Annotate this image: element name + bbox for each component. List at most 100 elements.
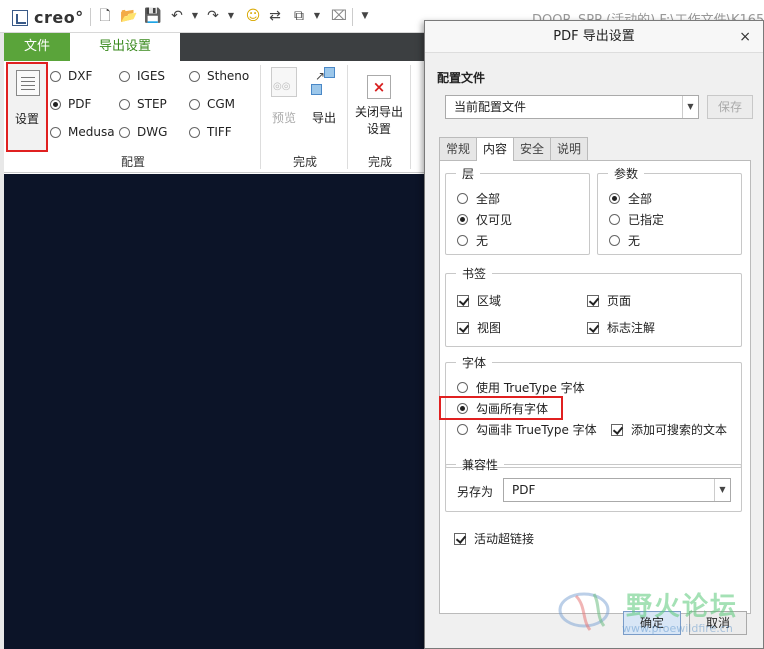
format-label: DWG (137, 125, 168, 139)
close-export-settings-button[interactable]: × 关闭导出 设置 (350, 73, 408, 137)
format-radio-iges[interactable]: IGES (119, 69, 165, 83)
radio-icon (50, 126, 61, 138)
format-radio-dwg[interactable]: DWG (119, 125, 167, 139)
group-label-finish-2: 完成 (368, 155, 393, 169)
dialog-tabs: 常规 内容 安全 说明 (439, 137, 589, 161)
radio-icon (457, 382, 468, 393)
app-logo-text: creo° (34, 8, 84, 27)
export-icon: ↗ (311, 67, 337, 97)
tab-export-settings[interactable]: 导出设置 (70, 33, 180, 61)
active-hyperlinks-checkbox[interactable]: 活动超链接 (454, 530, 534, 547)
save-as-label: 另存为 (457, 485, 494, 499)
export-arrow-icon: ↗ (315, 69, 326, 83)
close-icon[interactable]: × (739, 21, 751, 53)
option-label: 勾画非 TrueType 字体 (476, 423, 597, 437)
layers-all-radio[interactable]: 全部 (457, 190, 500, 207)
regenerate-icon[interactable]: ⇄ (266, 7, 284, 25)
group-label-finish: 完成 (293, 155, 318, 169)
option-label: 无 (476, 234, 489, 248)
format-radio-pdf[interactable]: PDF (50, 97, 91, 111)
format-label: Stheno (207, 69, 250, 83)
option-label: 活动超链接 (474, 532, 535, 546)
tab-file[interactable]: 文件 (4, 33, 70, 61)
customize-toolbar-icon[interactable]: ▼ (356, 7, 374, 25)
radio-icon (457, 424, 468, 435)
windows-icon[interactable]: ⧉ (290, 7, 308, 25)
format-radio-step[interactable]: STEP (119, 97, 167, 111)
radio-icon (189, 126, 200, 138)
pdf-export-dialog: PDF 导出设置 × 配置文件 当前配置文件 ▼ 保存 常规 内容 安全 说明 … (424, 20, 764, 649)
tab-security[interactable]: 安全 (513, 137, 552, 160)
option-label: 添加可搜索的文本 (631, 423, 728, 437)
option-label: 全部 (476, 192, 501, 206)
fonts-legend: 字体 (462, 356, 487, 370)
export-button[interactable]: ↗ 导出 (306, 67, 342, 126)
export-icon-part (311, 84, 322, 95)
params-all-radio[interactable]: 全部 (609, 190, 652, 207)
open-icon[interactable]: 📂 (120, 7, 138, 25)
config-file-heading: 配置文件 (437, 71, 486, 85)
checkbox-icon (587, 321, 599, 334)
parameters-legend: 参数 (614, 167, 639, 181)
tab-general[interactable]: 常规 (439, 137, 478, 160)
format-radio-tiff[interactable]: TIFF (189, 125, 232, 139)
new-icon[interactable]: 🗋 (96, 7, 114, 25)
bookmark-zones-checkbox[interactable]: 区域 (457, 292, 501, 309)
bookmark-pages-checkbox[interactable]: 页面 (587, 292, 631, 309)
format-label: Medusa (68, 125, 115, 139)
font-stroke-non-truetype-radio[interactable]: 勾画非 TrueType 字体 (457, 421, 597, 438)
radio-icon (609, 235, 620, 246)
save-icon[interactable]: 💾 (144, 7, 162, 25)
redo-icon[interactable]: ↷ (204, 7, 222, 25)
smiley-icon[interactable]: ☺ (244, 7, 262, 25)
dialog-title: PDF 导出设置 (425, 21, 763, 53)
windows-dropdown-icon[interactable]: ▼ (308, 7, 326, 25)
option-label: 使用 TrueType 字体 (476, 381, 585, 395)
ok-button[interactable]: 确定 (623, 611, 681, 635)
format-radio-medusa[interactable]: Medusa (50, 125, 115, 139)
layers-visible-radio[interactable]: 仅可见 (457, 211, 512, 228)
radio-icon (457, 193, 468, 204)
radio-icon (119, 126, 130, 138)
toolbar-divider (90, 8, 91, 26)
format-radio-cgm[interactable]: CGM (189, 97, 235, 111)
checkbox-icon (457, 294, 469, 307)
selection-highlight-box (439, 396, 563, 420)
format-label: PDF (68, 97, 92, 111)
layers-legend: 层 (462, 167, 475, 181)
undo-dropdown-icon[interactable]: ▼ (186, 7, 204, 25)
group-divider (410, 65, 411, 169)
format-radio-dxf[interactable]: DXF (50, 69, 92, 83)
format-label: DXF (68, 69, 93, 83)
layers-none-radio[interactable]: 无 (457, 232, 488, 249)
cancel-button[interactable]: 取消 (689, 611, 747, 635)
config-file-select[interactable]: 当前配置文件 ▼ (445, 95, 699, 119)
bookmark-flag-notes-checkbox[interactable]: 标志注解 (587, 319, 655, 336)
preview-label: 预览 (271, 111, 296, 125)
radio-icon (50, 70, 61, 82)
undo-icon[interactable]: ↶ (168, 7, 186, 25)
format-label: IGES (137, 69, 166, 83)
redo-dropdown-icon[interactable]: ▼ (222, 7, 240, 25)
bookmark-views-checkbox[interactable]: 视图 (457, 319, 501, 336)
save-as-select[interactable]: PDF ▼ (503, 478, 731, 502)
params-designated-radio[interactable]: 已指定 (609, 211, 664, 228)
config-file-value: 当前配置文件 (454, 100, 527, 114)
tab-content[interactable]: 内容 (476, 137, 515, 161)
tab-description[interactable]: 说明 (550, 137, 589, 160)
format-label: TIFF (207, 125, 232, 139)
save-config-button[interactable]: 保存 (707, 95, 753, 119)
font-use-truetype-radio[interactable]: 使用 TrueType 字体 (457, 379, 585, 396)
option-label: 标志注解 (607, 321, 656, 335)
radio-icon (189, 70, 200, 82)
format-radio-stheno[interactable]: Stheno (189, 69, 249, 83)
searchable-text-checkbox[interactable]: 添加可搜索的文本 (611, 421, 727, 438)
group-divider (347, 65, 348, 169)
close-window-icon[interactable]: ⌧ (330, 7, 348, 25)
option-label: 视图 (477, 321, 502, 335)
option-label: 无 (628, 234, 641, 248)
option-label: 区域 (477, 294, 502, 308)
preview-button[interactable]: 预览 (266, 67, 302, 126)
settings-button[interactable]: 设置 (6, 62, 48, 152)
params-none-radio[interactable]: 无 (609, 232, 640, 249)
